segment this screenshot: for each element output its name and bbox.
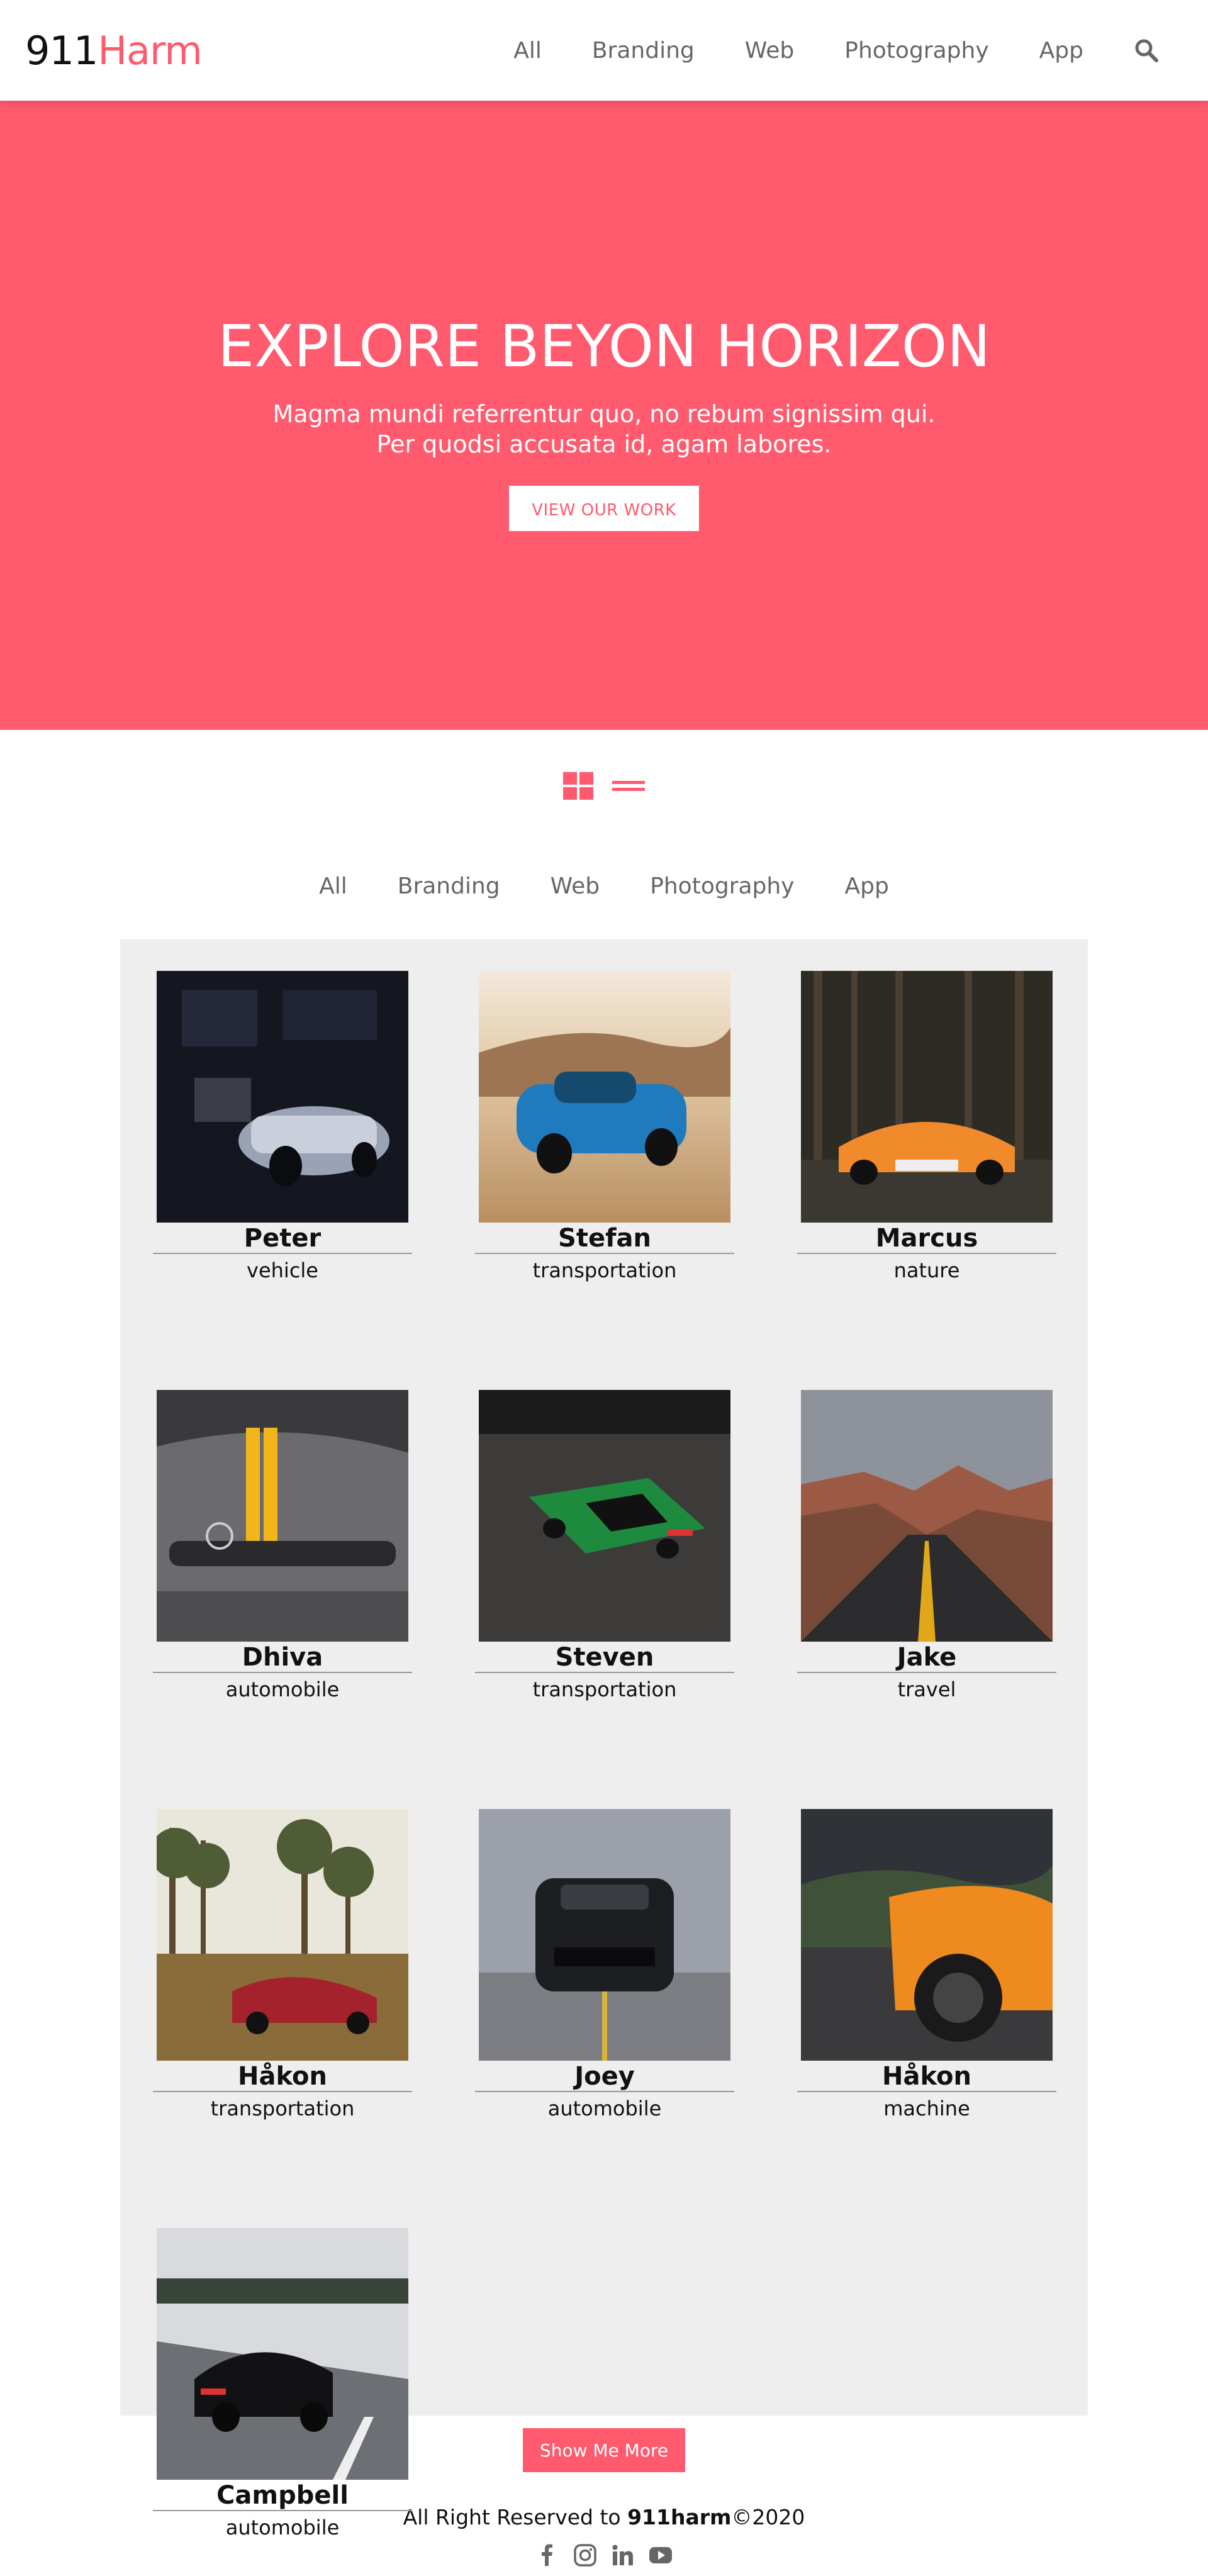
filter-branding[interactable]: Branding — [398, 873, 500, 899]
card-title: Steven — [555, 1643, 654, 1672]
card-title: Joey — [574, 2062, 635, 2091]
view-toggle — [0, 770, 1208, 805]
card-divider — [475, 1672, 734, 1673]
card-divider — [475, 1253, 734, 1254]
linkedin-icon[interactable] — [611, 2543, 635, 2567]
card-title: Stefan — [558, 1224, 651, 1253]
hero-title: EXPLORE BEYON HORIZON — [217, 312, 991, 380]
gallery-card: Marcus nature — [797, 971, 1056, 1284]
card-category: nature — [893, 1258, 960, 1282]
instagram-icon[interactable] — [573, 2543, 597, 2567]
car-photo-thumbnail[interactable] — [157, 1390, 408, 1642]
grid-view-icon[interactable] — [563, 772, 595, 804]
gallery-card: Jake travel — [797, 1390, 1056, 1703]
card-title: Marcus — [875, 1224, 978, 1253]
filter-all[interactable]: All — [319, 873, 347, 899]
gallery-grid: Peter vehicle Stefan transportation Marc… — [153, 971, 1056, 2541]
social-links — [0, 2543, 1208, 2567]
nav-item-branding[interactable]: Branding — [592, 38, 695, 64]
card-divider — [153, 1672, 412, 1673]
card-category: transportation — [532, 1677, 677, 1701]
main-nav: All Branding Web Photography App — [463, 38, 1183, 64]
car-photo-thumbnail[interactable] — [479, 1390, 730, 1642]
card-category: transportation — [532, 1258, 677, 1282]
list-view-icon[interactable] — [612, 777, 645, 798]
card-divider — [797, 2091, 1056, 2092]
card-divider — [153, 2091, 412, 2092]
nav-item-web[interactable]: Web — [745, 38, 795, 64]
card-category: transportation — [210, 2097, 355, 2120]
hero-subtitle-line2: Per quodsi accusata id, agam labores. — [376, 430, 832, 458]
nav-item-app[interactable]: App — [1039, 38, 1083, 64]
search-icon[interactable] — [1134, 38, 1159, 63]
card-title: Håkon — [238, 2062, 327, 2091]
filter-photography[interactable]: Photography — [650, 873, 794, 899]
gallery-card: Håkon machine — [797, 1809, 1056, 2122]
card-category: travel — [897, 1677, 956, 1701]
gallery-card: Dhiva automobile — [153, 1390, 412, 1703]
portfolio-gallery: Peter vehicle Stefan transportation Marc… — [120, 939, 1088, 2540]
card-divider — [475, 2091, 734, 2092]
car-photo-thumbnail[interactable] — [157, 1809, 408, 2061]
nav-item-photography[interactable]: Photography — [844, 38, 988, 64]
youtube-icon[interactable] — [649, 2543, 673, 2567]
card-title: Håkon — [882, 2062, 971, 2091]
gallery-card: Peter vehicle — [153, 971, 412, 1284]
gallery-card: Steven transportation — [475, 1390, 734, 1703]
car-photo-thumbnail[interactable] — [157, 2228, 408, 2480]
card-divider — [797, 1672, 1056, 1673]
logo-part-harm: Harm — [98, 27, 202, 74]
hero-banner: EXPLORE BEYON HORIZON Magma mundi referr… — [0, 101, 1208, 730]
portfolio-filters: All Branding Web Photography App — [0, 873, 1208, 899]
car-photo-thumbnail[interactable] — [157, 971, 408, 1223]
card-category: automobile — [225, 2516, 340, 2540]
card-title: Dhiva — [242, 1643, 323, 1672]
car-photo-thumbnail[interactable] — [801, 1809, 1053, 2061]
nav-item-all[interactable]: All — [513, 38, 542, 64]
site-header: 911Harm All Branding Web Photography App — [0, 0, 1208, 101]
gallery-card: Joey automobile — [475, 1809, 734, 2122]
car-photo-thumbnail[interactable] — [801, 971, 1053, 1223]
gallery-card: Stefan transportation — [475, 971, 734, 1284]
logo-part-911: 911 — [25, 27, 98, 74]
card-divider — [153, 2510, 412, 2511]
card-category: automobile — [547, 2097, 662, 2120]
card-divider — [797, 1253, 1056, 1254]
view-our-work-button[interactable]: VIEW OUR WORK — [509, 485, 699, 531]
gallery-card: Campbell automobile — [153, 2228, 412, 2541]
gallery-card: Håkon transportation — [153, 1809, 412, 2122]
filter-web[interactable]: Web — [551, 873, 600, 899]
car-photo-thumbnail[interactable] — [479, 1809, 730, 2061]
card-category: machine — [883, 2097, 970, 2120]
car-photo-thumbnail[interactable] — [479, 971, 730, 1223]
card-title: Campbell — [216, 2481, 349, 2510]
facebook-icon[interactable] — [535, 2543, 559, 2567]
card-title: Jake — [897, 1643, 957, 1672]
card-divider — [153, 1253, 412, 1254]
landscape-photo-thumbnail[interactable] — [801, 1390, 1053, 1642]
card-category: vehicle — [247, 1258, 318, 1282]
card-title: Peter — [243, 1224, 322, 1253]
logo[interactable]: 911Harm — [25, 27, 203, 74]
card-category: automobile — [225, 1677, 340, 1701]
filter-app[interactable]: App — [845, 873, 889, 899]
hero-subtitle-line1: Magma mundi referrentur quo, no rebum si… — [272, 400, 936, 428]
